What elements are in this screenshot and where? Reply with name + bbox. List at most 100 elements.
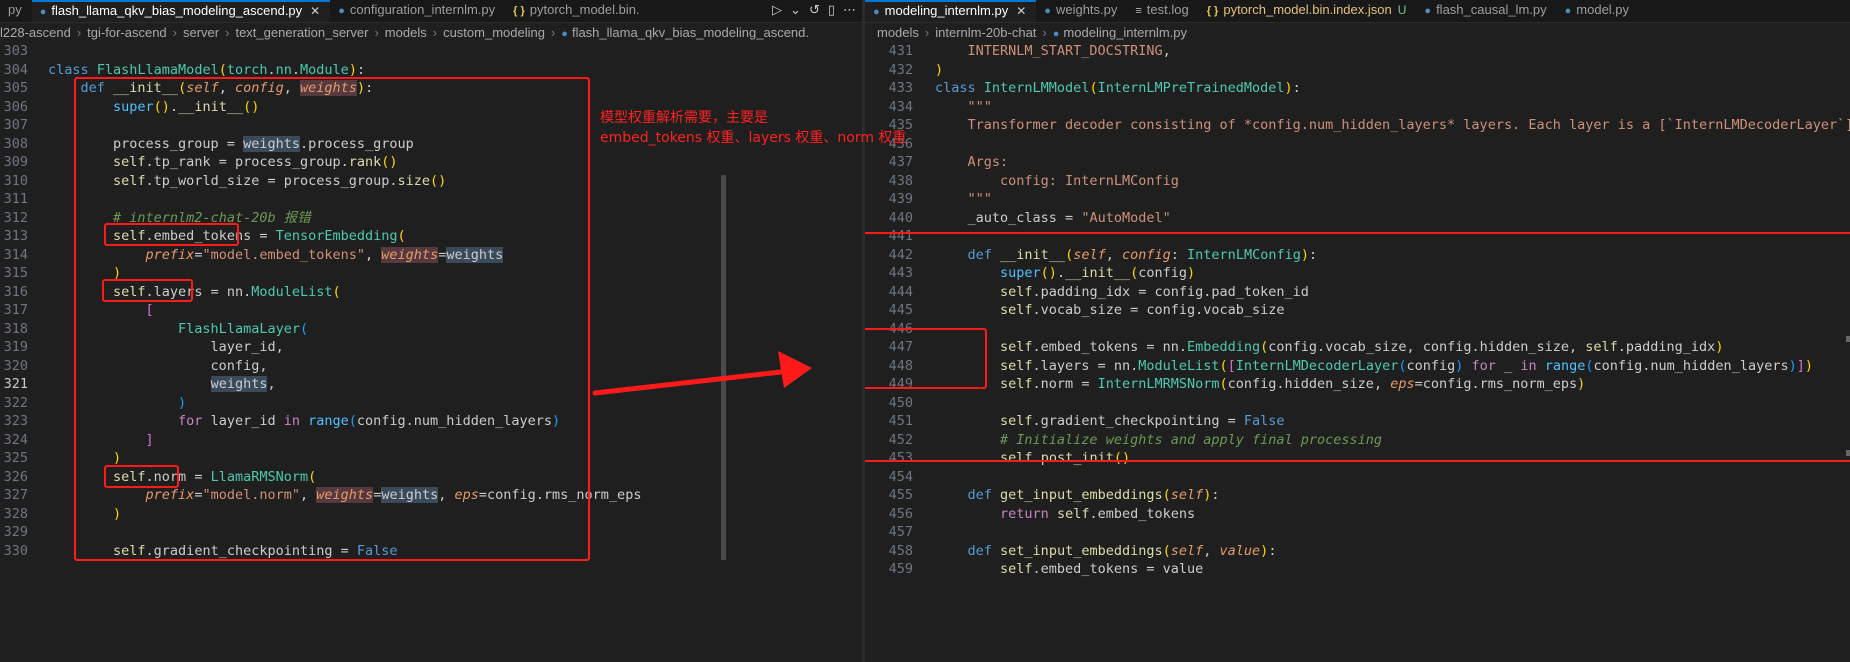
line-number: 317 (3, 302, 28, 318)
breadcrumb-item[interactable]: l228-ascend (0, 25, 71, 40)
code-text: weights, (210, 376, 276, 392)
code-line[interactable]: 440 _auto_class = "AutoModel" (865, 209, 1850, 228)
run-icon[interactable]: ▷ (772, 3, 782, 18)
breadcrumb-item[interactable]: text_generation_server (235, 25, 368, 40)
code-line[interactable]: 445 self.vocab_size = config.vocab_size (865, 301, 1850, 320)
code-line[interactable]: 304 class FlashLlamaModel(torch.nn.Module… (0, 61, 862, 80)
left-scrollbar-thumb[interactable] (721, 175, 726, 560)
tab-configuration-internlm-py[interactable]: ● configuration_internlm.py (330, 0, 505, 22)
code-line[interactable]: 318 FlashLlamaLayer( (0, 320, 862, 339)
code-line[interactable]: 435 Transformer decoder consisting of *c… (865, 116, 1850, 135)
code-line[interactable]: 444 self.padding_idx = config.pad_token_… (865, 283, 1850, 302)
code-line[interactable]: 323 for layer_id in range(config.num_hid… (0, 412, 862, 431)
breadcrumb-item[interactable]: flash_llama_qkv_bias_modeling_ascend. (572, 25, 809, 40)
code-line[interactable]: 309 self.tp_rank = process_group.rank() (0, 153, 862, 172)
code-line[interactable]: 454 (865, 468, 1850, 487)
code-line[interactable]: 451 self.gradient_checkpointing = False (865, 412, 1850, 431)
code-line[interactable]: 450 (865, 394, 1850, 413)
code-line[interactable]: 438 config: InternLMConfig (865, 172, 1850, 191)
line-number: 308 (3, 135, 28, 152)
code-line[interactable]: 447 self.embed_tokens = nn.Embedding(con… (865, 338, 1850, 357)
code-line[interactable]: 446 (865, 320, 1850, 339)
left-editor-pane: py ● flash_llama_qkv_bias_modeling_ascend.… (0, 0, 862, 662)
more-icon[interactable]: ⋯ (843, 3, 856, 18)
code-line[interactable]: 327 prefix="model.norm", weights=weights… (0, 486, 862, 505)
line-number: 449 (888, 376, 913, 392)
close-icon[interactable]: ✕ (310, 4, 320, 18)
tab-pytorch-model-bin-index-json[interactable]: { } pytorch_model.bin.index.json U (1199, 0, 1417, 22)
code-line[interactable]: 321 weights, (0, 375, 862, 394)
code-line[interactable]: 449 self.norm = InternLMRMSNorm(config.h… (865, 375, 1850, 394)
code-line[interactable]: 320 config, (0, 357, 862, 376)
tab-pytorch-model-bin[interactable]: { } pytorch_model.bin. (505, 0, 649, 22)
code-text: class InternLMModel(InternLMPreTrainedMo… (935, 80, 1301, 96)
code-line[interactable]: 434 """ (865, 98, 1850, 117)
tab-label: pytorch_model.bin.index.json (1223, 2, 1392, 17)
code-line[interactable]: 310 self.tp_world_size = process_group.s… (0, 172, 862, 191)
close-icon[interactable]: ✕ (1016, 4, 1026, 18)
code-line[interactable]: 456 return self.embed_tokens (865, 505, 1850, 524)
tab-flash-causal-lm-py[interactable]: ● flash_causal_lm.py (1416, 0, 1556, 22)
breadcrumb-item[interactable]: modeling_internlm.py (1063, 25, 1187, 40)
log-file-icon: ≡ (1135, 5, 1142, 17)
line-number: 458 (888, 542, 913, 559)
code-text: for layer_id in range(config.num_hidden_… (178, 413, 561, 429)
code-text: self.vocab_size = config.vocab_size (1000, 302, 1285, 318)
code-line[interactable]: 325 ) (0, 449, 862, 468)
line-number: 446 (888, 320, 913, 337)
code-line[interactable]: 432) (865, 61, 1850, 80)
code-line[interactable]: 455 def get_input_embeddings(self): (865, 486, 1850, 505)
breadcrumb-item[interactable]: tgi-for-ascend (87, 25, 166, 40)
code-line[interactable]: 311 (0, 190, 862, 209)
code-line[interactable]: 436 (865, 135, 1850, 154)
code-line[interactable]: 433 class InternLMModel(InternLMPreTraine… (865, 79, 1850, 98)
tab-model-py[interactable]: ● model.py (1557, 0, 1639, 22)
code-line[interactable]: 457 (865, 523, 1850, 542)
split-editor-icon[interactable]: ▯ (828, 3, 835, 18)
line-number: 312 (3, 209, 28, 226)
code-line[interactable]: 303 (0, 42, 862, 61)
annotation-line-2: embed_tokens 权重、layers 权重、norm 权重 (600, 130, 907, 146)
code-line[interactable]: 330 self.gradient_checkpointing = False (0, 542, 862, 561)
history-icon[interactable]: ↺ (809, 3, 820, 18)
code-line[interactable]: 322 ) (0, 394, 862, 413)
code-line[interactable]: 459 self.embed_tokens = value (865, 560, 1850, 579)
code-line[interactable]: 437 Args: (865, 153, 1850, 172)
chevron-down-icon[interactable]: ⌄ (790, 3, 801, 18)
scroll-marker (1846, 450, 1850, 456)
code-line[interactable]: 442 def __init__(self, config: InternLMC… (865, 246, 1850, 265)
code-line[interactable]: 453 self.post_init() (865, 449, 1850, 468)
code-line[interactable]: 448 self.layers = nn.ModuleList([InternL… (865, 357, 1850, 376)
code-line[interactable]: 329 (0, 523, 862, 542)
code-line[interactable]: 312 # internlm2-chat-20b 报错 (0, 209, 862, 228)
breadcrumb-item[interactable]: models (877, 25, 919, 40)
tab-py[interactable]: py (0, 0, 32, 22)
breadcrumb-item[interactable]: models (385, 25, 427, 40)
tab-label: py (8, 2, 22, 17)
code-line[interactable]: 314 prefix="model.embed_tokens", weights… (0, 246, 862, 265)
code-line[interactable]: 458 def set_input_embeddings(self, value… (865, 542, 1850, 561)
code-line[interactable]: 316 self.layers = nn.ModuleList( (0, 283, 862, 302)
code-line[interactable]: 439 """ (865, 190, 1850, 209)
code-line[interactable]: 326 self.norm = LlamaRMSNorm( (0, 468, 862, 487)
code-text: INTERNLM_START_DOCSTRING, (967, 43, 1171, 59)
code-line[interactable]: 313 self.embed_tokens = TensorEmbedding( (0, 227, 862, 246)
breadcrumb-item[interactable]: server (183, 25, 219, 40)
code-line[interactable]: 441 (865, 227, 1850, 246)
code-line[interactable]: 431 INTERNLM_START_DOCSTRING, (865, 42, 1850, 61)
tab-flash-llama-qkv-bias-modeling-ascend-py[interactable]: ● flash_llama_qkv_bias_modeling_ascend.py… (31, 0, 331, 22)
breadcrumb-item[interactable]: custom_modeling (443, 25, 545, 40)
code-line[interactable]: 452 # Initialize weights and apply final… (865, 431, 1850, 450)
code-line[interactable]: 319 layer_id, (0, 338, 862, 357)
tab-modeling-internlm-py[interactable]: ● modeling_internlm.py ✕ (865, 0, 1037, 22)
code-line[interactable]: 443 super().__init__(config) (865, 264, 1850, 283)
code-line[interactable]: 324 ] (0, 431, 862, 450)
breadcrumb-item[interactable]: internlm-20b-chat (935, 25, 1036, 40)
code-line[interactable]: 317 [ (0, 301, 862, 320)
tab-test-log[interactable]: ≡ test.log (1127, 0, 1198, 22)
tab-weights-py[interactable]: ● weights.py (1036, 0, 1127, 22)
right-code-editor[interactable]: 431 INTERNLM_START_DOCSTRING, 432) 433 clas… (865, 42, 1850, 579)
code-line[interactable]: 305 def __init__(self, config, weights): (0, 79, 862, 98)
code-line[interactable]: 328 ) (0, 505, 862, 524)
code-line[interactable]: 315 ) (0, 264, 862, 283)
